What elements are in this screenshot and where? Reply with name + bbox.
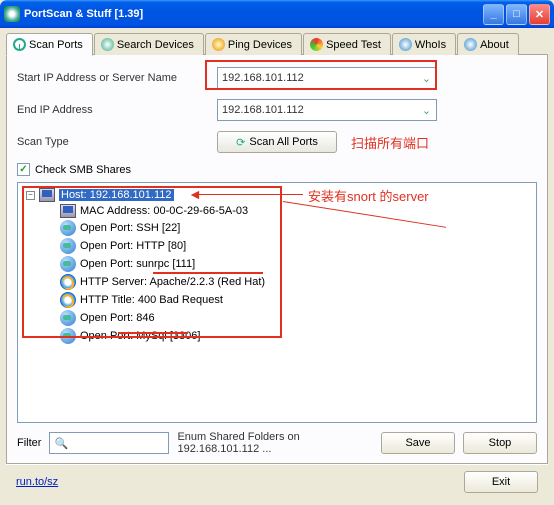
tree-item[interactable]: MAC Address: 00-0C-29-66-5A-03 — [80, 205, 248, 217]
tab-scan-ports[interactable]: Scan Ports — [6, 33, 93, 56]
ie-icon — [60, 292, 76, 308]
stop-button[interactable]: Stop — [463, 432, 537, 454]
search-icon — [101, 38, 114, 51]
chevron-down-icon: ⌄ — [419, 102, 434, 119]
close-button[interactable]: ✕ — [529, 4, 550, 25]
scan-type-label: Scan Type — [17, 136, 217, 148]
tab-whois[interactable]: WhoIs — [392, 33, 456, 55]
tree-item[interactable]: HTTP Server: Apache/2.2.3 (Red Hat) — [80, 276, 265, 288]
end-ip-combo[interactable]: 192.168.101.112 ⌄ — [217, 99, 437, 121]
minimize-button[interactable]: _ — [483, 4, 504, 25]
scan-all-ports-button[interactable]: ⟳ Scan All Ports — [217, 131, 337, 153]
chevron-down-icon: ⌄ — [419, 70, 434, 87]
scan-icon — [13, 38, 26, 51]
arrow-icon: ◄ — [188, 186, 202, 202]
check-smb-label: Check SMB Shares — [35, 164, 131, 176]
app-icon — [4, 6, 20, 22]
search-icon: 🔍 — [54, 437, 68, 450]
speed-icon — [310, 38, 323, 51]
window-title: PortScan & Stuff [1.39] — [24, 8, 143, 20]
whois-icon — [399, 38, 412, 51]
save-button[interactable]: Save — [381, 432, 455, 454]
maximize-button[interactable]: □ — [506, 4, 527, 25]
ping-icon — [212, 38, 225, 51]
panel-scan-ports: Start IP Address or Server Name 192.168.… — [6, 55, 548, 464]
status-text: Enum Shared Folders on 192.168.101.112 .… — [177, 431, 373, 455]
ie-icon — [60, 274, 76, 290]
tab-about[interactable]: About — [457, 33, 519, 55]
host-node[interactable]: Host: 192.168.101.112 — [59, 189, 174, 201]
end-ip-label: End IP Address — [17, 104, 217, 116]
tab-search-devices[interactable]: Search Devices — [94, 33, 204, 55]
info-icon — [464, 38, 477, 51]
globe-icon — [60, 220, 76, 236]
tree-item[interactable]: Open Port: 846 — [80, 312, 155, 324]
collapse-toggle[interactable]: − — [26, 191, 35, 200]
globe-icon — [60, 328, 76, 344]
annotation-scan-all: 扫描所有端口 — [351, 133, 429, 152]
annotation-underline — [118, 332, 188, 334]
globe-icon — [60, 310, 76, 326]
filter-input[interactable]: 🔍 — [49, 432, 169, 454]
tab-speed-test[interactable]: Speed Test — [303, 33, 391, 55]
tree-item[interactable]: HTTP Title: 400 Bad Request — [80, 294, 223, 306]
annotation-snort: 安装有snort 的server — [308, 186, 429, 205]
annotation-underline — [153, 272, 263, 274]
titlebar[interactable]: PortScan & Stuff [1.39] _ □ ✕ — [0, 0, 554, 28]
globe-icon — [60, 256, 76, 272]
tree-item[interactable]: Open Port: sunrpc [111] — [80, 258, 195, 270]
result-tree[interactable]: − Host: 192.168.101.112 MAC Address: 00-… — [17, 182, 537, 423]
annotation-arrow-line — [193, 194, 303, 195]
exit-button[interactable]: Exit — [464, 471, 538, 493]
check-smb-checkbox[interactable]: ✓ — [17, 163, 30, 176]
footer-link[interactable]: run.to/sz — [16, 476, 58, 488]
end-ip-value: 192.168.101.112 — [222, 104, 304, 116]
start-ip-label: Start IP Address or Server Name — [17, 72, 217, 84]
footer: run.to/sz Exit — [6, 464, 548, 499]
filter-label: Filter — [17, 437, 41, 449]
tree-item[interactable]: Open Port: SSH [22] — [80, 222, 180, 234]
start-ip-combo[interactable]: 192.168.101.112 ⌄ — [217, 67, 437, 89]
tab-ping-devices[interactable]: Ping Devices — [205, 33, 302, 55]
computer-icon — [60, 204, 76, 218]
tab-strip: Scan Ports Search Devices Ping Devices S… — [6, 32, 548, 55]
globe-icon — [60, 238, 76, 254]
tree-item[interactable]: Open Port: HTTP [80] — [80, 240, 186, 252]
computer-icon — [39, 188, 55, 202]
start-ip-value: 192.168.101.112 — [222, 72, 304, 84]
